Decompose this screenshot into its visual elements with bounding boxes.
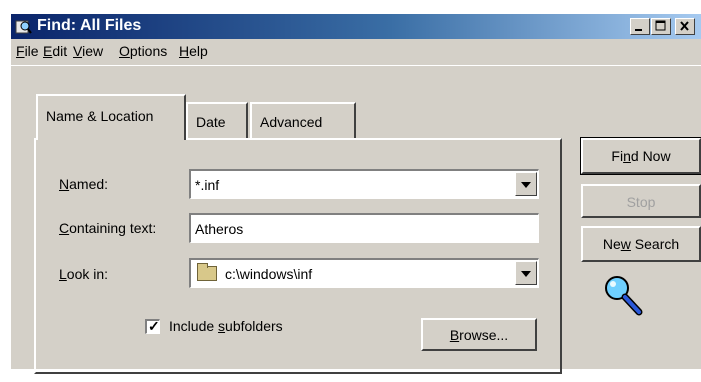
look-in-dropdown-button[interactable]	[515, 261, 537, 285]
tab-name-location-label: Name & Location	[46, 108, 154, 124]
include-subfolders-mnemonic: s	[218, 318, 226, 334]
stop-label: Stop	[626, 194, 656, 210]
menu-file[interactable]: File	[16, 43, 39, 59]
containing-label: Containing text:	[59, 220, 156, 236]
find-now-button[interactable]: Find Now	[580, 137, 701, 175]
look-in-mnemonic: L	[59, 266, 67, 282]
browse-mnemonic: B	[449, 327, 460, 343]
menu-options-label: ptions	[129, 43, 168, 59]
look-in-combobox[interactable]: c:\windows\inf	[189, 258, 539, 288]
include-subfolders-checkbox[interactable]: ✓	[145, 318, 160, 334]
named-label-text: amed:	[69, 176, 109, 192]
tab-advanced-label: Advanced	[260, 114, 323, 130]
dropdown-arrow-icon	[521, 182, 531, 188]
containing-label-text: ontaining text:	[69, 220, 157, 236]
browse-text-after: rowse...	[459, 327, 509, 343]
checkmark-icon: ✓	[148, 318, 160, 334]
new-search-button[interactable]: New Search	[581, 226, 701, 262]
look-in-label: Look in:	[59, 266, 108, 282]
menu-edit-label: dit	[52, 43, 68, 59]
dropdown-arrow-icon	[521, 271, 531, 277]
folder-icon	[197, 263, 217, 281]
close-button[interactable]	[675, 18, 695, 35]
menu-view[interactable]: View	[73, 43, 103, 59]
menu-options-mnemonic: O	[119, 43, 130, 59]
menu-help-mnemonic: H	[179, 43, 190, 59]
menu-options[interactable]: Options	[119, 43, 167, 59]
tab-name-location[interactable]: Name & Location	[36, 94, 186, 140]
menu-view-mnemonic: V	[73, 43, 83, 59]
find-now-text-before: Fi	[611, 148, 624, 164]
named-combobox[interactable]: *.inf	[189, 169, 539, 199]
close-icon	[680, 21, 689, 31]
tab-date[interactable]: Date	[186, 102, 248, 138]
maximize-button[interactable]	[651, 18, 671, 35]
named-mnemonic: N	[59, 176, 70, 192]
named-dropdown-button[interactable]	[515, 172, 537, 196]
new-search-text-before: Ne	[602, 236, 621, 252]
minimize-button[interactable]	[630, 18, 650, 35]
menu-help[interactable]: Help	[179, 43, 208, 59]
containing-text-input[interactable]: Atheros	[189, 213, 539, 243]
title-bar[interactable]: Find: All Files	[11, 14, 701, 39]
new-search-mnemonic: w	[620, 236, 631, 252]
menu-file-mnemonic: F	[16, 43, 25, 59]
look-in-label-text: ook in:	[66, 266, 109, 282]
include-subfolders-text-after: ubfolders	[225, 318, 283, 334]
magnifier-icon	[605, 276, 643, 316]
tab-advanced[interactable]: Advanced	[250, 102, 356, 138]
stop-button[interactable]: Stop	[581, 184, 701, 218]
new-search-text-after: Search	[630, 236, 680, 252]
menu-edit-mnemonic: E	[43, 43, 53, 59]
menu-bar: File Edit View Options Help	[11, 39, 701, 66]
tab-date-label: Date	[196, 114, 226, 130]
window-title: Find: All Files	[37, 17, 142, 34]
named-label: Named:	[59, 176, 108, 192]
include-subfolders-text-before: Include	[169, 318, 219, 334]
find-now-text-after: d Now	[630, 148, 671, 164]
menu-help-label: elp	[189, 43, 208, 59]
minimize-icon	[635, 29, 642, 31]
browse-button[interactable]: Browse...	[421, 318, 537, 351]
include-subfolders-label[interactable]: Include subfolders	[169, 318, 283, 334]
containing-value: Atheros	[195, 221, 244, 237]
menu-edit[interactable]: Edit	[43, 43, 67, 59]
named-value: *.inf	[195, 177, 220, 193]
find-window: Find: All Files File Edit View Options H…	[11, 14, 701, 374]
look-in-value: c:\windows\inf	[225, 266, 313, 282]
maximize-icon	[655, 20, 666, 31]
menu-file-label: ile	[24, 43, 39, 59]
find-window-icon	[15, 20, 32, 34]
find-now-mnemonic: n	[623, 148, 631, 164]
menu-view-label: iew	[82, 43, 104, 59]
containing-mnemonic: C	[59, 220, 70, 236]
